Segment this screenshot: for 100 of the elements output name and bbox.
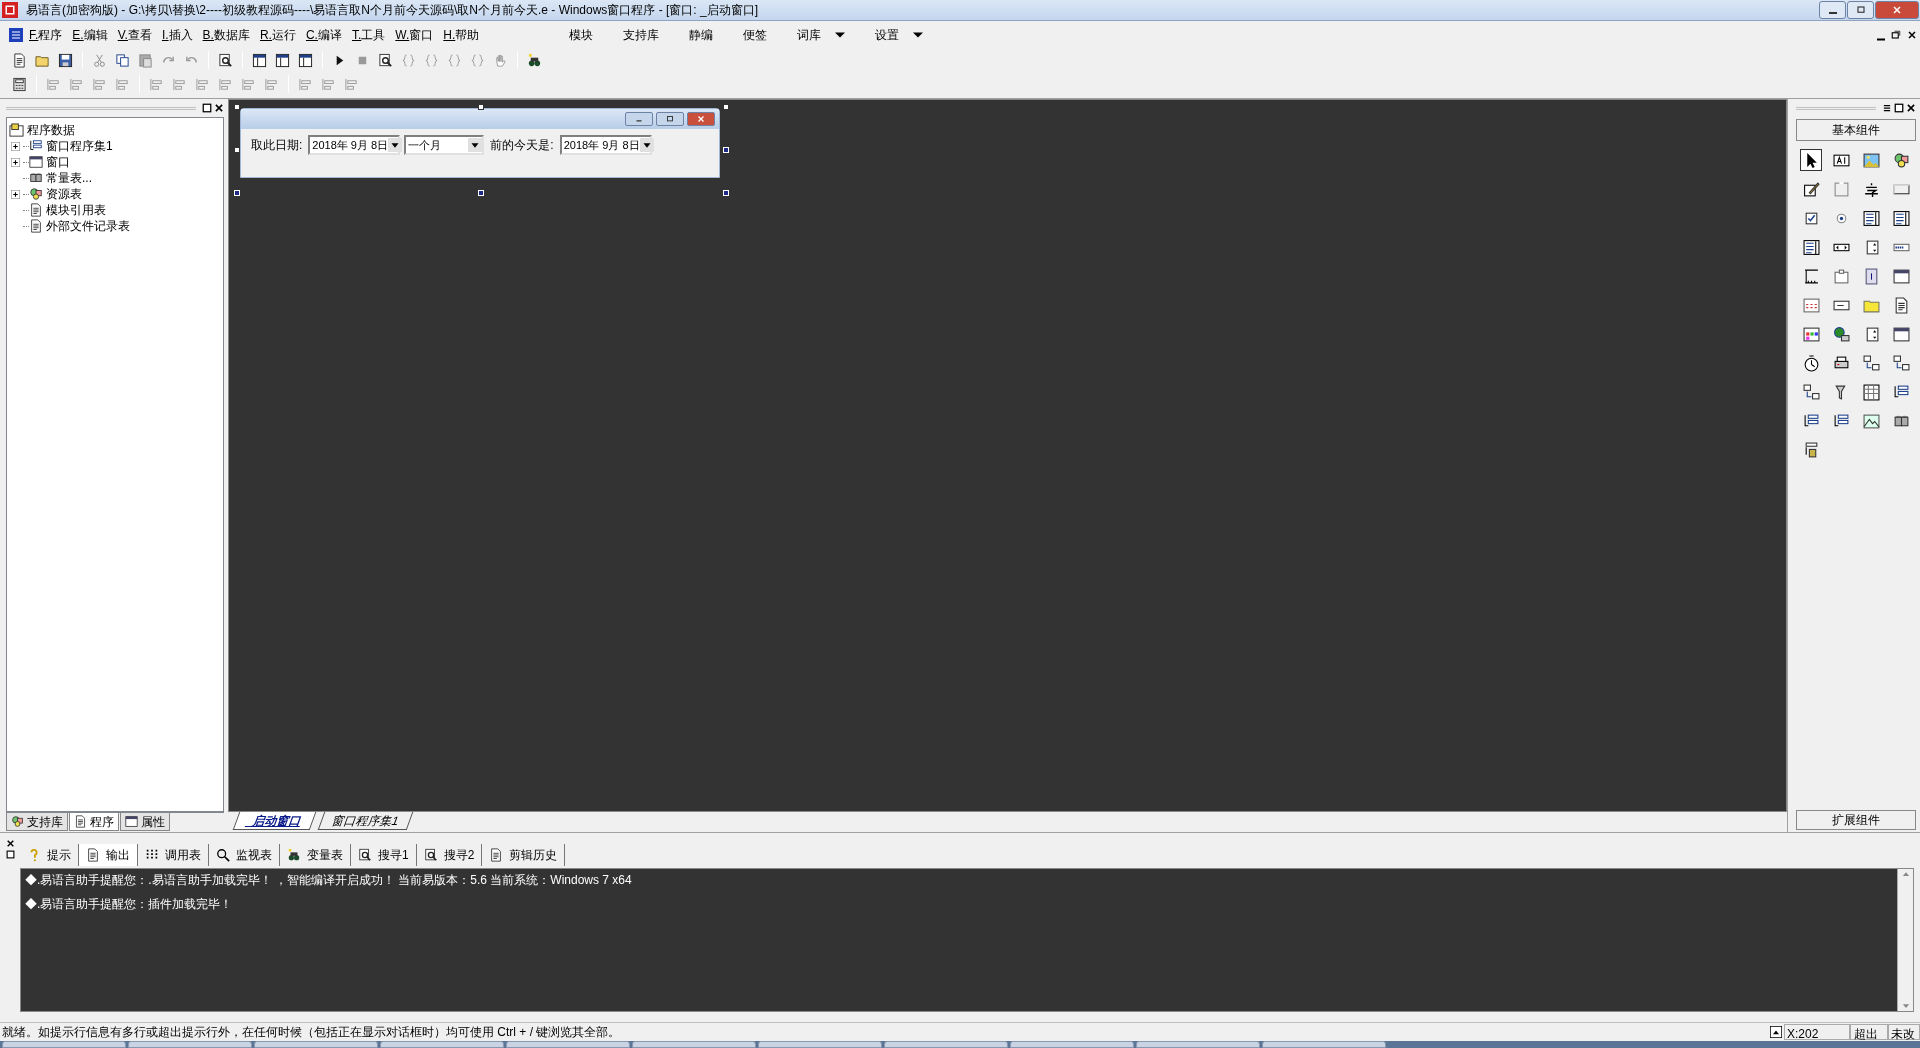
menu-item[interactable]: T.工具 [346, 24, 391, 46]
menu-item[interactable]: I.插入 [156, 24, 198, 46]
tree-item[interactable]: 资源表 [46, 185, 82, 203]
close-icon[interactable] [5, 839, 15, 848]
dropdown-arrow-icon [835, 32, 846, 38]
document-icon [12, 52, 27, 68]
menu-item[interactable]: 支持库 [613, 24, 670, 46]
window-icon [1892, 267, 1910, 285]
menu-item[interactable]: V.查看 [112, 24, 157, 46]
output-tab[interactable]: 搜寻1 [351, 844, 417, 866]
window-icon [29, 155, 43, 169]
close-button[interactable] [687, 112, 715, 126]
restore-icon[interactable] [1890, 29, 1902, 41]
menu-item[interactable]: 静编 [679, 24, 724, 46]
maximize-button[interactable] [656, 112, 684, 126]
scroll-up-icon[interactable] [1770, 1026, 1782, 1038]
output-tab[interactable]: 变量表 [280, 844, 351, 866]
document-tab[interactable]: 窗口程序集1 [317, 812, 413, 830]
hand-icon [493, 52, 508, 68]
combo-box[interactable]: 2018年 9月 8日 [559, 135, 652, 155]
output-tab[interactable]: 监视表 [209, 844, 280, 866]
palette-footer-button[interactable]: 扩展组件 [1796, 810, 1916, 830]
expand-icon[interactable] [11, 141, 20, 151]
palette-header-button[interactable]: 基本组件 [1796, 119, 1916, 141]
table-grid-tool[interactable] [1860, 381, 1882, 403]
menu-item[interactable]: 模块 [559, 24, 604, 46]
close-icon [696, 114, 706, 124]
resize-handle[interactable] [234, 104, 240, 110]
restore-icon[interactable] [5, 850, 15, 859]
menu-item[interactable]: F.程序 [24, 24, 68, 46]
braces-icon [447, 52, 462, 68]
menu-item[interactable]: W.窗口 [390, 24, 439, 46]
stopwatch-icon [1802, 354, 1820, 372]
document-icon [29, 203, 43, 217]
menu-item[interactable]: 词库 [787, 24, 856, 46]
align-icon [149, 76, 164, 92]
menu-item[interactable]: E.编辑 [67, 24, 113, 46]
menu-item[interactable]: 便签 [733, 24, 778, 46]
magnifier-page-icon [378, 52, 393, 68]
output-tab[interactable]: 调用表 [138, 844, 209, 866]
close-icon[interactable] [214, 103, 224, 113]
output-tab[interactable]: 搜寻2 [416, 844, 483, 866]
shapes-icon [11, 815, 24, 828]
menu-item[interactable]: C.编译 [300, 24, 347, 46]
menu-item[interactable]: H.帮助 [438, 24, 485, 46]
output-tab[interactable]: 输出 [79, 844, 138, 866]
panel-tab[interactable]: 属性 [120, 813, 170, 831]
menu-icon[interactable] [1882, 103, 1892, 113]
arrow-pointer-tool[interactable] [1800, 149, 1822, 171]
computers-tool[interactable] [1860, 352, 1882, 374]
document-icon [29, 219, 43, 233]
computers-tool[interactable] [1800, 381, 1822, 403]
resize-handle[interactable] [478, 104, 484, 110]
minimize-icon [1828, 12, 1837, 14]
computers-tool[interactable] [1890, 352, 1912, 374]
status-message: 就绪。如提示行信息有多行或超出提示行外，在任何时候（包括正在显示对话框时）均可使用 Ctrl + / 键浏览其全部。 [1, 1024, 622, 1041]
restore-icon[interactable] [202, 103, 212, 113]
calendar-icon [1802, 296, 1820, 314]
document-tab[interactable]: _启动窗口 [232, 812, 316, 830]
tree-item[interactable]: 模块引用表 [46, 201, 106, 219]
close-icon [1891, 4, 1903, 16]
restore-icon[interactable] [1894, 103, 1904, 113]
panel-tab[interactable]: 程序 [69, 813, 119, 831]
character-icon [1862, 180, 1880, 198]
resize-handle[interactable] [234, 147, 240, 153]
close-button[interactable] [1875, 1, 1919, 19]
tree-item[interactable]: 外部文件记录表 [46, 217, 130, 235]
app-menu-icon[interactable] [8, 27, 24, 43]
expand-icon[interactable] [11, 189, 20, 199]
braces-icon [470, 52, 485, 68]
tree-item[interactable]: 窗口 [46, 153, 70, 171]
menu-item[interactable]: R.运行 [254, 24, 301, 46]
close-icon[interactable] [1906, 103, 1916, 113]
tree-item[interactable]: 程序数据 [27, 121, 75, 139]
computers-icon [1892, 354, 1910, 372]
close-icon[interactable] [1906, 29, 1918, 41]
output-tab[interactable]: 剪辑历史 [482, 844, 566, 866]
tree-list-icon [29, 139, 43, 153]
scrollbar[interactable] [1897, 869, 1913, 1011]
menu-item[interactable]: 设置 [865, 24, 934, 46]
align-icon [321, 76, 336, 92]
shapes-icon [29, 187, 43, 201]
status-position: X:202 [1784, 1024, 1850, 1040]
minimize-button[interactable] [1819, 1, 1846, 19]
align-icon [195, 76, 210, 92]
tree-item[interactable]: 窗口程序集1 [46, 137, 113, 155]
combo-box[interactable]: 2018年 9月 8日 [308, 135, 401, 155]
resize-handle[interactable] [723, 104, 729, 110]
expand-icon[interactable] [11, 157, 20, 167]
window-title: 易语言(加密狗版) - G:\拷贝\替换\2----初级教程源码----\易语言取N个月前今天源码\取N个月前今天.e - Windows窗口程序 - [窗口: _启动窗口] [26, 2, 758, 19]
braces-icon [401, 52, 416, 68]
panel-tab[interactable]: 支持库 [6, 813, 68, 831]
combo-box[interactable]: 一个月 [404, 135, 485, 155]
shapes-icon [1892, 151, 1910, 169]
minimize-icon[interactable] [1876, 38, 1886, 41]
search-icon [216, 848, 230, 862]
tree-item[interactable]: 常量表... [46, 169, 92, 187]
form-window[interactable]: 取此日期: 2018年 9月 8日 一个月 前的今天是: 2018年 9月 8日 [240, 108, 720, 178]
menu-item[interactable]: B.数据库 [197, 24, 255, 46]
window-icon [125, 815, 138, 828]
